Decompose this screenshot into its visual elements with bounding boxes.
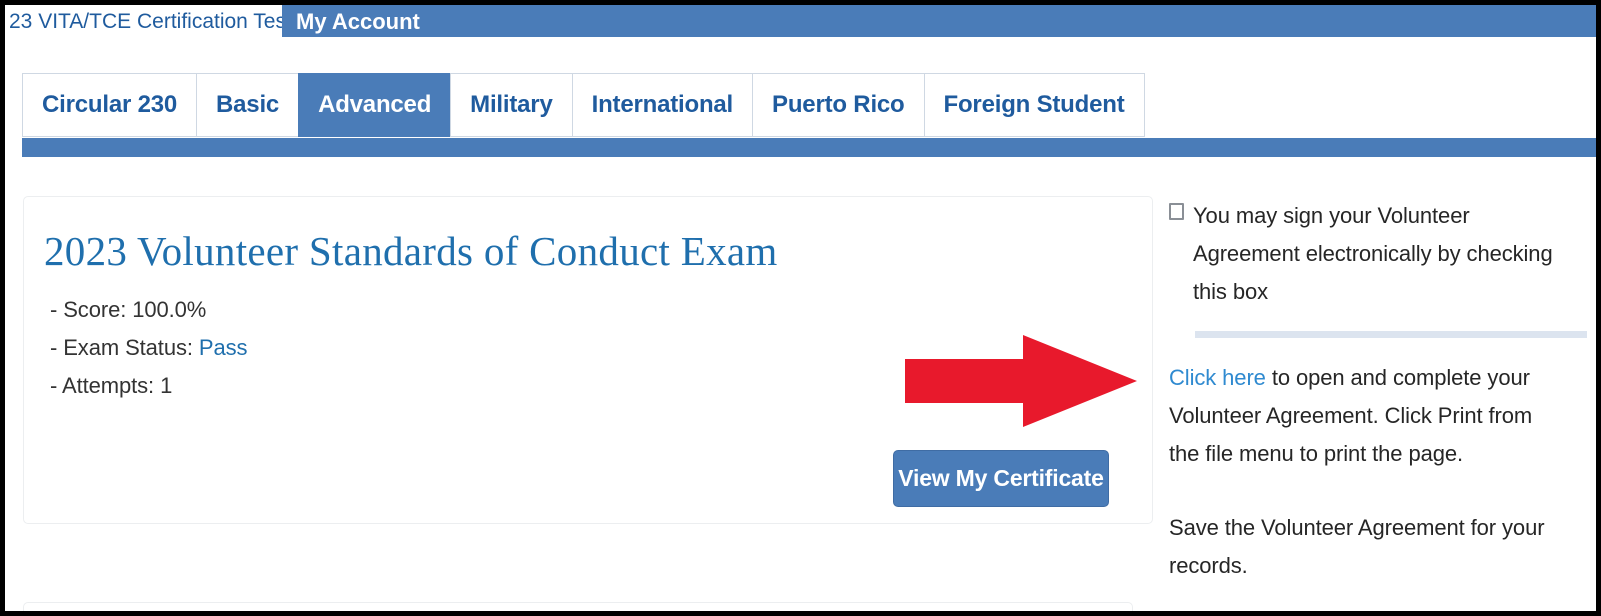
view-my-certificate-button[interactable]: View My Certificate — [893, 450, 1109, 507]
exam-status-value: Pass — [198, 335, 248, 360]
exam-status-row: - Exam Status: Pass — [50, 329, 248, 367]
agreement-instructions: Click here to open and complete your Vol… — [1169, 359, 1567, 473]
tab-basic[interactable]: Basic — [196, 73, 299, 137]
electronic-signature-consent-row: You may sign your Volunteer Agreement el… — [1167, 197, 1567, 311]
exam-score-label: - Score: — [50, 297, 127, 322]
browser-screenshot: 23 VITA/TCE Certification Test My Accoun… — [0, 0, 1601, 616]
tab-military[interactable]: Military — [450, 73, 572, 137]
exam-title: 2023 Volunteer Standards of Conduct Exam — [44, 228, 778, 274]
exam-score-value: 100.0% — [132, 297, 207, 322]
course-tab-strip: Circular 230 Basic Advanced Military Int… — [22, 73, 1145, 137]
tab-circular-230[interactable]: Circular 230 — [22, 73, 197, 137]
site-header-bar: 23 VITA/TCE Certification Test My Accoun… — [5, 5, 1596, 37]
exam-details-list: - Score: 100.0% - Exam Status: Pass - At… — [50, 291, 248, 405]
exam-result-card: 2023 Volunteer Standards of Conduct Exam… — [23, 196, 1153, 524]
exam-status-label: - Exam Status: — [50, 335, 193, 360]
tab-foreign-student[interactable]: Foreign Student — [923, 73, 1145, 137]
tab-puerto-rico[interactable]: Puerto Rico — [752, 73, 924, 137]
tab-strip-underline-band — [22, 138, 1596, 157]
electronic-signature-checkbox[interactable] — [1169, 203, 1184, 220]
exam-score-row: - Score: 100.0% — [50, 291, 247, 329]
panel-divider — [1195, 331, 1587, 338]
tab-advanced[interactable]: Advanced — [298, 73, 451, 137]
header-spacer — [5, 37, 1596, 73]
exam-attempts-row: - Attempts: 1 — [50, 367, 247, 405]
tab-international[interactable]: International — [571, 73, 753, 137]
electronic-signature-label: You may sign your Volunteer Agreement el… — [1193, 203, 1553, 304]
header-tab-my-account[interactable]: My Account — [282, 5, 434, 37]
save-agreement-note: Save the Volunteer Agreement for your re… — [1169, 515, 1545, 578]
secondary-card — [23, 602, 1133, 611]
header-tab-certification-test[interactable]: 23 VITA/TCE Certification Test — [5, 5, 302, 37]
volunteer-agreement-panel: You may sign your Volunteer Agreement el… — [1167, 197, 1587, 585]
main-content: 2023 Volunteer Standards of Conduct Exam… — [5, 157, 1596, 611]
click-here-link[interactable]: Click here — [1169, 365, 1266, 390]
exam-attempts-value: 1 — [160, 373, 173, 398]
exam-attempts-label: - Attempts: — [50, 373, 155, 398]
